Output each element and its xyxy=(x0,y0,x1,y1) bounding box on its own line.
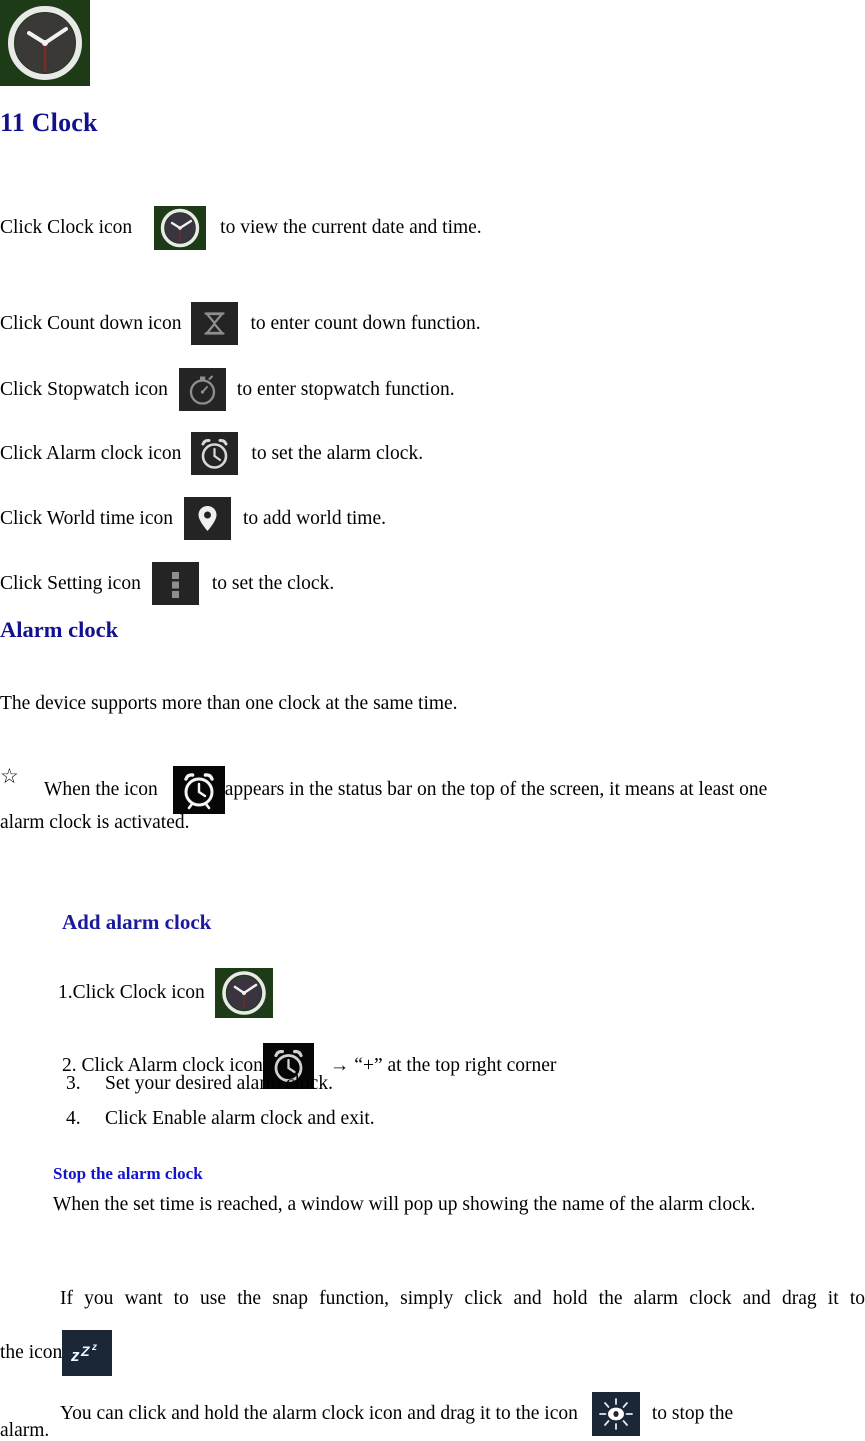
add-alarm-clock-heading: Add alarm clock xyxy=(62,910,212,934)
stopwatch-instruction-after: to enter stopwatch function. xyxy=(236,378,455,400)
stop-alarm-clock-heading: Stop the alarm clock xyxy=(53,1164,203,1183)
page-title: 11 Clock xyxy=(0,108,98,137)
clock-instruction-before: Click Clock icon xyxy=(0,217,133,239)
alarm-clock-icon xyxy=(191,432,239,475)
setting-instruction-after: to set the clock. xyxy=(211,572,335,594)
svg-text:z: z xyxy=(70,1346,80,1365)
add-alarm-step-1-text: 1.Click Clock icon xyxy=(58,982,205,1004)
add-alarm-step-3: 3. Set your desired alarm clock. xyxy=(66,1073,333,1094)
dismiss-alarm-before: You can click and hold the alarm clock i… xyxy=(60,1403,578,1425)
status-bar-alarm-line: When the icon appears in the status bar … xyxy=(44,766,767,814)
alarmclock-instruction-after: to set the alarm clock. xyxy=(251,442,424,464)
sunburst-dismiss-icon xyxy=(591,1392,640,1436)
overflow-menu-icon xyxy=(151,562,199,605)
dismiss-alarm-tail: alarm. xyxy=(0,1420,50,1441)
stopwatch-instruction-line: Click Stopwatch icon to enter stopwatch … xyxy=(0,368,455,411)
snooze-icon-line: the icon z Z z xyxy=(0,1330,113,1376)
countdown-instruction-before: Click Count down icon xyxy=(0,312,182,334)
status-bar-alarm-before: When the icon xyxy=(44,779,158,801)
star-bullet-icon: ☆ xyxy=(0,764,19,788)
status-bar-alarm-after: appears in the status bar on the top of … xyxy=(224,779,768,801)
clock-instruction-line: Click Clock icon to view the current dat… xyxy=(0,206,482,250)
svg-text:Z: Z xyxy=(80,1343,90,1359)
dismiss-alarm-after: to stop the xyxy=(651,1403,734,1425)
add-alarm-step-4: 4. Click Enable alarm clock and exit. xyxy=(66,1108,375,1129)
setting-instruction-before: Click Setting icon xyxy=(0,572,141,594)
status-bar-alarm-continuation: alarm clock is activated. xyxy=(0,812,190,833)
hourglass-countdown-icon xyxy=(191,302,239,345)
stopwatch-icon xyxy=(178,368,226,411)
stop-alarm-clock-line1: When the set time is reached, a window w… xyxy=(53,1194,756,1215)
alarmclock-instruction-before: Click Alarm clock icon xyxy=(0,442,182,464)
add-alarm-step-2-after: → “+” at the top right corner xyxy=(329,1055,557,1077)
countdown-instruction-after: to enter count down function. xyxy=(250,312,481,334)
setting-instruction-line: Click Setting icon to set the clock. xyxy=(0,562,334,605)
add-alarm-step-1: 1.Click Clock icon xyxy=(58,968,273,1018)
alarm-clock-statusbar-icon xyxy=(172,766,225,814)
dismiss-alarm-line: You can click and hold the alarm clock i… xyxy=(60,1392,733,1436)
svg-text:z: z xyxy=(91,1342,97,1353)
snooze-icon-label: the icon xyxy=(0,1342,63,1364)
clock-app-icon xyxy=(0,0,90,86)
map-pin-world-time-icon xyxy=(184,497,232,540)
snooze-zzz-icon: z Z z xyxy=(62,1330,113,1376)
alarm-clock-intro-text: The device supports more than one clock … xyxy=(0,693,458,714)
stopwatch-instruction-before: Click Stopwatch icon xyxy=(0,378,168,400)
clock-instruction-after: to view the current date and time. xyxy=(220,217,482,239)
alarm-clock-heading: Alarm clock xyxy=(0,617,119,642)
worldtime-instruction-after: to add world time. xyxy=(243,507,386,529)
worldtime-instruction-before: Click World time icon xyxy=(0,507,174,529)
alarmclock-instruction-line: Click Alarm clock icon to set the alarm … xyxy=(0,432,423,475)
countdown-instruction-line: Click Count down icon to enter count dow… xyxy=(0,302,481,345)
clock-app-icon-step1 xyxy=(214,968,273,1018)
snap-function-text: If you want to use the snap function, si… xyxy=(60,1288,865,1309)
worldtime-instruction-line: Click World time icon to add world time. xyxy=(0,497,386,540)
clock-app-icon-inline xyxy=(154,206,207,250)
